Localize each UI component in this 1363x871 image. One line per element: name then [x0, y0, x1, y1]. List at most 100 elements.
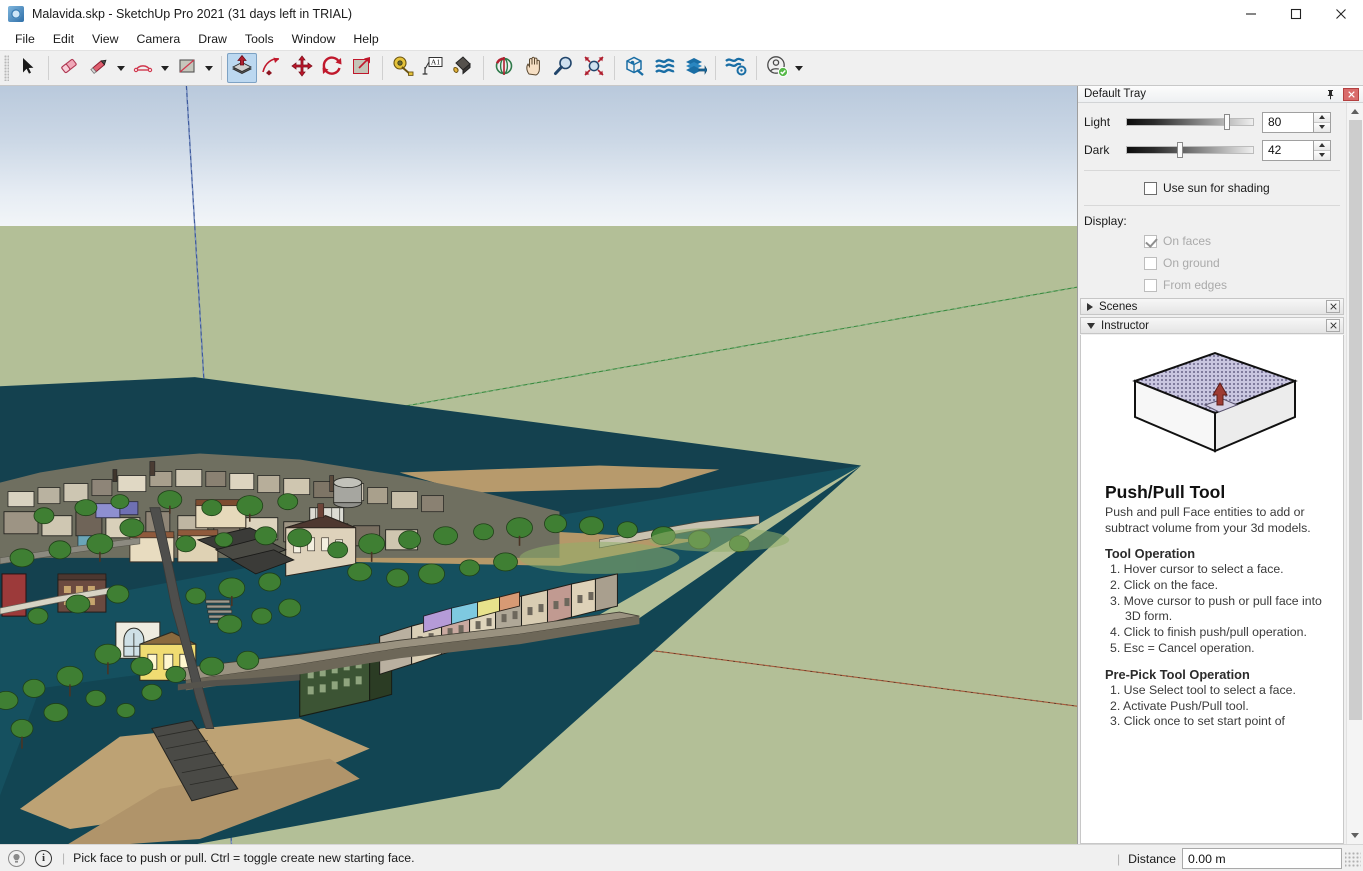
from-edges-checkbox[interactable]: [1144, 278, 1157, 292]
eraser-tool-button[interactable]: [54, 53, 84, 83]
resize-grip-icon[interactable]: [1345, 850, 1361, 867]
toolbar-grip[interactable]: [4, 55, 9, 81]
push-pull-tool-button[interactable]: [227, 53, 257, 83]
follow-me-tool-button[interactable]: [257, 53, 287, 83]
menu-tools[interactable]: Tools: [236, 29, 283, 49]
scrollbar-thumb[interactable]: [1349, 120, 1362, 720]
dark-spinbox[interactable]: [1262, 139, 1331, 161]
dark-decrement-button[interactable]: [1314, 150, 1330, 160]
list-item: 3. Click once to set start point of: [1110, 714, 1285, 729]
menu-draw[interactable]: Draw: [189, 29, 236, 49]
pan-tool-button[interactable]: [519, 53, 549, 83]
magnifier-icon: [552, 54, 576, 83]
arc-tool-dropdown[interactable]: [158, 53, 172, 83]
dark-value-input[interactable]: [1262, 139, 1314, 161]
use-sun-checkbox[interactable]: [1144, 181, 1157, 195]
scale-tool-button[interactable]: [347, 53, 377, 83]
maximize-button[interactable]: [1273, 0, 1318, 28]
status-message: Pick face to push or pull. Ctrl = toggle…: [73, 851, 415, 865]
orbit-tool-button[interactable]: [489, 53, 519, 83]
menu-camera[interactable]: Camera: [127, 29, 189, 49]
measurement-input[interactable]: [1182, 848, 1342, 869]
hand-pan-icon: [522, 54, 546, 83]
light-spinbox[interactable]: [1262, 111, 1331, 133]
3d-model-viewport[interactable]: [0, 86, 1078, 844]
dark-slider-thumb[interactable]: [1177, 142, 1183, 158]
light-increment-button[interactable]: [1314, 112, 1330, 123]
status-separator: |: [62, 851, 66, 865]
instructor-panel-header[interactable]: Instructor: [1080, 317, 1344, 334]
scenes-panel-close-button[interactable]: [1326, 300, 1340, 313]
tray-close-button[interactable]: [1343, 88, 1359, 101]
window-controls: [1228, 0, 1363, 28]
paint-bucket-icon: [451, 54, 475, 83]
zoom-extents-tool-button[interactable]: [579, 53, 609, 83]
tray-vertical-scrollbar[interactable]: [1346, 103, 1363, 844]
rotate-arrows-icon: [320, 54, 344, 83]
extension-manager-button[interactable]: [721, 53, 751, 83]
list-item: 5. Esc = Cancel operation.: [1110, 640, 1255, 655]
list-item: 2. Activate Push/Pull tool.: [1110, 698, 1249, 713]
minimize-button[interactable]: [1228, 0, 1273, 28]
toolbar-separator: [221, 56, 222, 80]
menu-view[interactable]: View: [83, 29, 127, 49]
use-sun-row[interactable]: Use sun for shading: [1082, 177, 1342, 199]
dark-slider[interactable]: [1126, 142, 1254, 158]
rotate-tool-button[interactable]: [317, 53, 347, 83]
on-faces-checkbox[interactable]: [1144, 234, 1157, 248]
move-tool-button[interactable]: [287, 53, 317, 83]
rectangle-tool-button[interactable]: [172, 53, 202, 83]
move-arrows-icon: [290, 54, 314, 83]
select-tool-button[interactable]: [13, 53, 43, 83]
share-model-button[interactable]: [680, 53, 710, 83]
menu-edit[interactable]: Edit: [44, 29, 83, 49]
extension-warehouse-button[interactable]: [650, 53, 680, 83]
menu-help[interactable]: Help: [344, 29, 387, 49]
tape-measure-tool-button[interactable]: [388, 53, 418, 83]
info-circle-icon[interactable]: i: [35, 849, 52, 867]
dark-label: Dark: [1084, 143, 1110, 157]
scenes-panel-header[interactable]: Scenes: [1080, 298, 1344, 315]
rectangle-tool-dropdown[interactable]: [202, 53, 216, 83]
toolbar-separator: [382, 56, 383, 80]
divider: [1084, 170, 1340, 171]
instructor-panel-close-button[interactable]: [1326, 319, 1340, 332]
bulb-help-icon[interactable]: [8, 849, 25, 867]
toolbar-separator: [483, 56, 484, 80]
account-button[interactable]: [762, 53, 792, 83]
on-ground-checkbox[interactable]: [1144, 256, 1157, 270]
chevron-down-icon: [1087, 322, 1095, 329]
arc-tool-button[interactable]: [128, 53, 158, 83]
menu-window[interactable]: Window: [283, 29, 345, 49]
zoom-tool-button[interactable]: [549, 53, 579, 83]
pre-pick-operation-steps: 1. Use Select tool to select a face. 2. …: [1105, 683, 1333, 730]
scale-icon: [350, 54, 374, 83]
tape-measure-icon: [391, 54, 415, 83]
scroll-down-button[interactable]: [1347, 827, 1363, 844]
from-edges-row[interactable]: From edges: [1082, 274, 1342, 296]
on-faces-row[interactable]: On faces: [1082, 230, 1342, 252]
on-ground-row[interactable]: On ground: [1082, 252, 1342, 274]
line-tool-button[interactable]: [84, 53, 114, 83]
dark-spin-arrows[interactable]: [1314, 139, 1331, 161]
paint-bucket-tool-button[interactable]: [448, 53, 478, 83]
scroll-up-button[interactable]: [1347, 103, 1363, 120]
pin-icon[interactable]: [1323, 87, 1338, 102]
account-dropdown[interactable]: [792, 53, 806, 83]
dark-increment-button[interactable]: [1314, 140, 1330, 151]
light-spin-arrows[interactable]: [1314, 111, 1331, 133]
3d-warehouse-button[interactable]: [620, 53, 650, 83]
follow-me-icon: [260, 54, 284, 83]
light-slider-track: [1126, 118, 1254, 126]
on-ground-label: On ground: [1163, 256, 1220, 270]
instructor-panel-body: Push/Pull Tool Push and pull Face entiti…: [1080, 335, 1344, 844]
light-slider-thumb[interactable]: [1224, 114, 1230, 130]
line-tool-dropdown[interactable]: [114, 53, 128, 83]
close-button[interactable]: [1318, 0, 1363, 28]
scenes-panel-label: Scenes: [1099, 300, 1138, 313]
light-value-input[interactable]: [1262, 111, 1314, 133]
light-slider[interactable]: [1126, 114, 1254, 130]
text-tool-button[interactable]: A1: [418, 53, 448, 83]
light-decrement-button[interactable]: [1314, 122, 1330, 132]
menu-file[interactable]: File: [6, 29, 44, 49]
